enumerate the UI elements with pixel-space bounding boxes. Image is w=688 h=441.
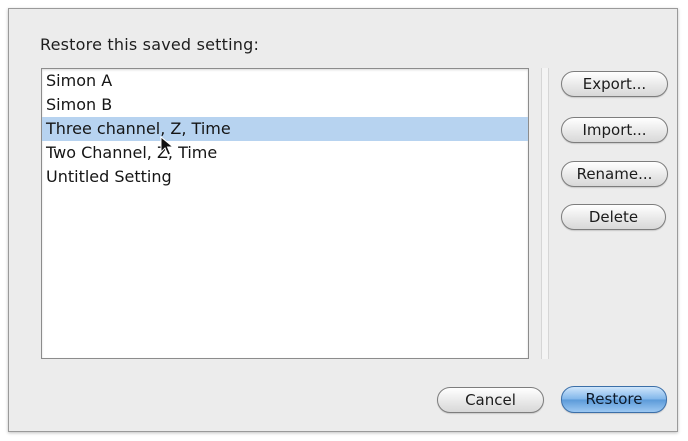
import-button[interactable]: Import... [561, 117, 668, 143]
restore-settings-dialog: Restore this saved setting: Simon A Simo… [8, 8, 678, 432]
cancel-button[interactable]: Cancel [437, 387, 544, 413]
rename-button[interactable]: Rename... [561, 161, 668, 187]
list-item-three-channel[interactable]: Three channel, Z, Time [42, 117, 528, 141]
list-scrollbar[interactable] [541, 68, 549, 359]
restore-button[interactable]: Restore [561, 386, 667, 413]
dialog-prompt: Restore this saved setting: [40, 35, 260, 54]
saved-settings-list[interactable]: Simon A Simon B Three channel, Z, Time T… [41, 68, 529, 359]
list-item-simon-a[interactable]: Simon A [42, 69, 528, 93]
delete-button[interactable]: Delete [561, 204, 666, 230]
list-item-two-channel[interactable]: Two Channel, Z, Time [42, 141, 528, 165]
export-button[interactable]: Export... [561, 71, 668, 97]
list-item-untitled-setting[interactable]: Untitled Setting [42, 165, 528, 189]
list-item-simon-b[interactable]: Simon B [42, 93, 528, 117]
